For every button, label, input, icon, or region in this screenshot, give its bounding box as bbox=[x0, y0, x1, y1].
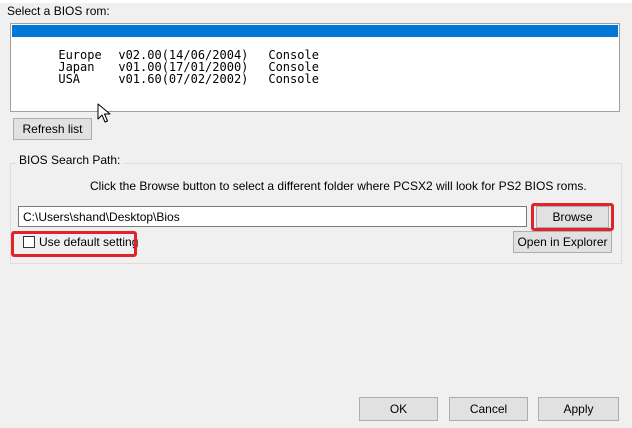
mouse-pointer-icon bbox=[97, 103, 111, 123]
browse-button[interactable]: Browse bbox=[536, 206, 609, 228]
bios-type: Console bbox=[268, 72, 319, 86]
ok-button[interactable]: OK bbox=[359, 397, 438, 421]
refresh-list-button[interactable]: Refresh list bbox=[13, 118, 92, 140]
bios-path-input[interactable] bbox=[18, 206, 527, 227]
bios-rom-list[interactable]: Europe v01.60(04/10/2001) Console Europe v0… bbox=[10, 23, 620, 112]
bios-row[interactable]: Japan v01.00(17/01/2000) Console bbox=[12, 49, 618, 73]
bios-row[interactable]: Europe v02.00(14/06/2004) Console bbox=[12, 37, 618, 61]
bios-version: v01.60(07/02/2002) bbox=[118, 72, 249, 86]
bios-row[interactable]: USA v01.60(07/02/2002) Console bbox=[12, 61, 618, 85]
top-edge bbox=[0, 0, 632, 3]
browse-instructions: Click the Browse button to select a diff… bbox=[90, 179, 587, 193]
bios-search-path-title: BIOS Search Path: bbox=[16, 153, 124, 167]
apply-button[interactable]: Apply bbox=[538, 397, 619, 421]
checkbox-box[interactable] bbox=[23, 236, 35, 248]
bios-region: USA bbox=[58, 72, 81, 86]
open-in-explorer-button[interactable]: Open in Explorer bbox=[513, 231, 612, 253]
use-default-label: Use default setting bbox=[39, 235, 139, 249]
use-default-setting-checkbox[interactable]: Use default setting bbox=[23, 235, 138, 249]
select-bios-label: Select a BIOS rom: bbox=[7, 4, 110, 18]
cancel-button[interactable]: Cancel bbox=[449, 397, 528, 421]
bios-selector-panel: Select a BIOS rom: Europe v01.60(04/10/20… bbox=[0, 0, 632, 428]
bios-row[interactable]: Europe v01.60(04/10/2001) Console bbox=[12, 25, 618, 49]
